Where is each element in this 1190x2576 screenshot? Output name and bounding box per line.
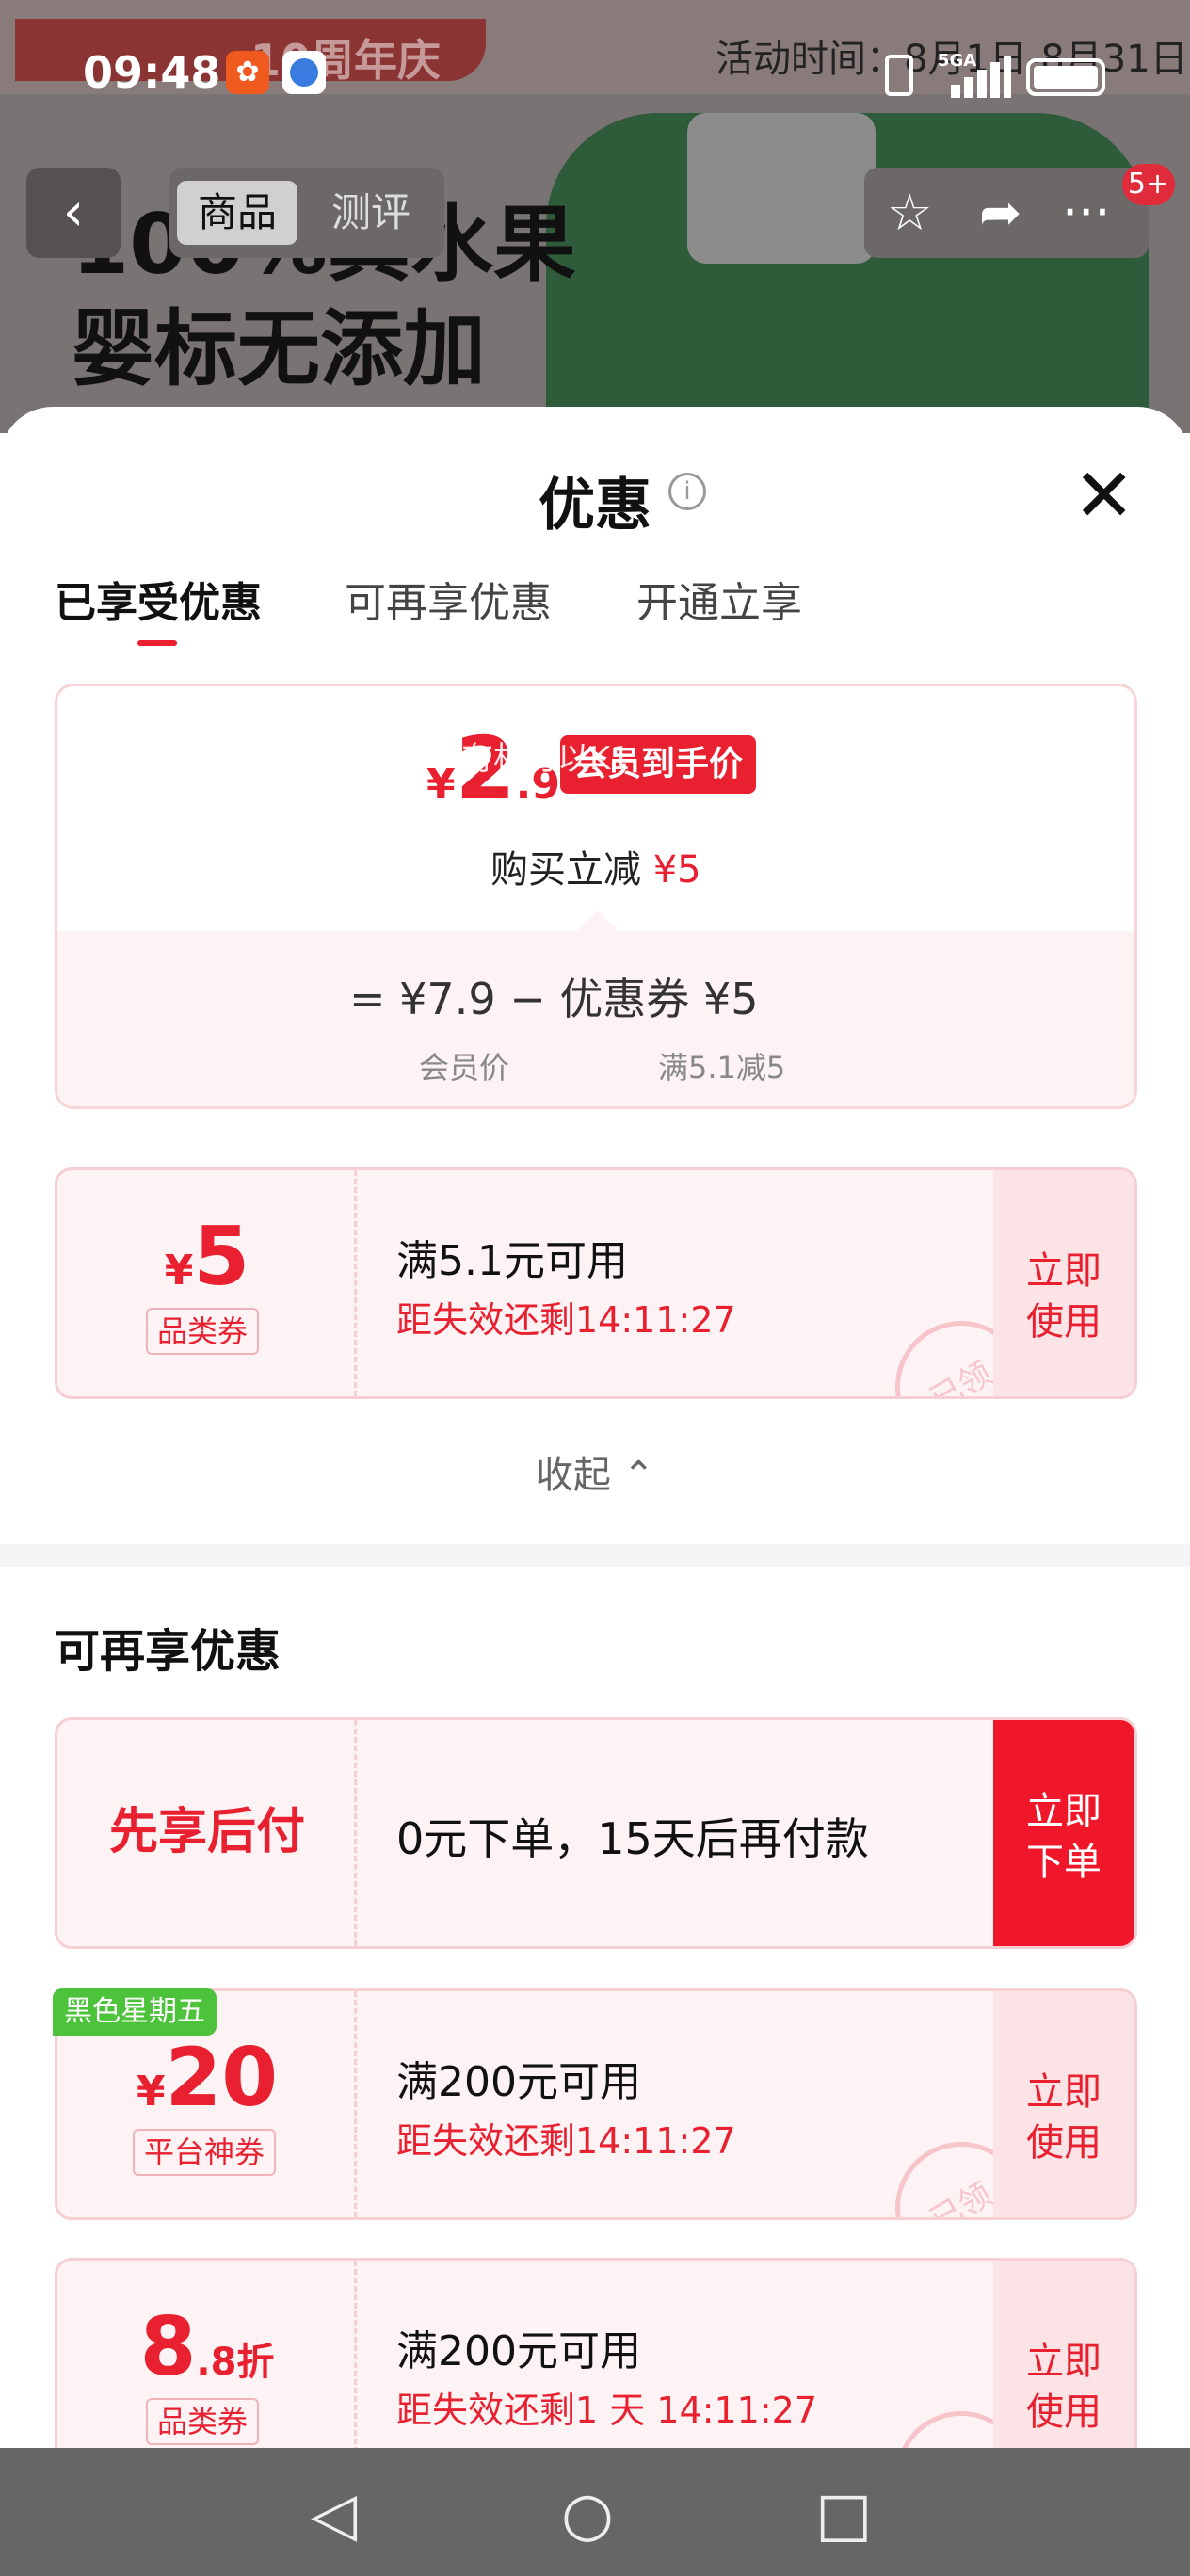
coupon-expire: 距失效还剩1 天 14:11:27 bbox=[396, 2390, 818, 2431]
nav-home-icon[interactable]: ○ bbox=[561, 2480, 614, 2550]
nav-actions: ☆ ➦ ··· bbox=[864, 168, 1149, 258]
coupon-value: 5 bbox=[193, 1210, 250, 1304]
discount-sheet: 优惠 i ✕ 已享受优惠 可再享优惠 开通立享 ¥2.9 会员到手价 购买立减 … bbox=[0, 407, 1190, 2576]
product-cap bbox=[687, 113, 876, 264]
status-bar: 09:48 ✿ 5GA bbox=[0, 38, 1190, 113]
summary-breakdown: = ¥7.9 − 优惠券 ¥5 会员价 满5.1减5 bbox=[57, 931, 1134, 1106]
coupon-amount: ¥5 bbox=[57, 1210, 357, 1304]
coupon-type: 品类券 bbox=[146, 1308, 260, 1355]
battery-icon bbox=[1026, 58, 1105, 96]
coupon-condition-label: 满5.1减5 bbox=[658, 1050, 786, 1086]
back-icon: ‹ bbox=[62, 182, 85, 243]
paylater-card: 先享后付 0元下单，15天后再付款 立即下单 bbox=[55, 1717, 1137, 1949]
browser-notification-icon bbox=[282, 51, 326, 94]
sheet-title: 优惠 bbox=[539, 473, 651, 539]
platform-coupon-card: ¥20 平台神券 满200元可用 距失效还剩14:11:27 已领 立即使用 bbox=[55, 1988, 1137, 2220]
coupon-suffix: .8折 bbox=[196, 2341, 275, 2384]
nav-recent-icon[interactable]: □ bbox=[815, 2480, 872, 2550]
applied-coupon-card: ¥5 品类券 满5.1元可用 距失效还剩14:11:27 已领 立即使用 bbox=[55, 1167, 1137, 1399]
coupon-value: 20 bbox=[165, 2031, 279, 2125]
page: 10周年庆 活动时间：8月1日-8月31日 100%真水果 婴标无添加 09:4… bbox=[0, 0, 1190, 2576]
order-now-button[interactable]: 立即下单 bbox=[993, 1720, 1134, 1946]
collapse-label: 收起 ⌃ bbox=[535, 1454, 655, 1497]
coupon-expire: 距失效还剩14:11:27 bbox=[396, 1299, 736, 1341]
paylater-desc: 0元下单，15天后再付款 bbox=[396, 1813, 869, 1864]
more-icon[interactable]: ··· bbox=[1062, 183, 1111, 242]
info-icon[interactable]: i bbox=[668, 473, 706, 510]
coupon-condition: 满5.1元可用 bbox=[396, 1237, 628, 1285]
tab-activate[interactable]: 开通立享 bbox=[636, 569, 802, 629]
member-price-label: 会员价 bbox=[419, 1050, 510, 1086]
overlay-text: 有机可以K1 bbox=[461, 740, 631, 778]
tab-enjoyed[interactable]: 已享受优惠 bbox=[55, 569, 262, 629]
back-button[interactable]: ‹ bbox=[26, 168, 121, 258]
star-icon[interactable]: ☆ bbox=[887, 183, 932, 242]
share-icon[interactable]: ➦ bbox=[979, 183, 1021, 242]
system-nav-bar: ◁ ○ □ bbox=[0, 2448, 1190, 2576]
coupon-currency: ¥ bbox=[136, 2068, 166, 2116]
tab-indicator bbox=[137, 640, 177, 646]
signal-icon bbox=[951, 56, 1011, 98]
coupon-expire: 距失效还剩14:11:27 bbox=[396, 2120, 736, 2162]
instant-reduce: 购买立减 ¥5 bbox=[490, 839, 701, 894]
tab-review[interactable]: 测评 bbox=[311, 181, 431, 245]
summary-notch bbox=[577, 910, 619, 931]
app-notification-icon: ✿ bbox=[226, 51, 269, 94]
use-now-button[interactable]: 立即使用 bbox=[993, 1170, 1134, 1396]
paylater-title: 先享后付 bbox=[108, 1804, 305, 1860]
tab-product[interactable]: 商品 bbox=[177, 181, 298, 245]
reduce-value: ¥5 bbox=[652, 848, 701, 892]
coupon-type: 平台神券 bbox=[133, 2129, 277, 2176]
price-equation: = ¥7.9 − 优惠券 ¥5 bbox=[349, 974, 759, 1024]
coupon-value: 8 bbox=[139, 2300, 197, 2394]
price-currency: ¥ bbox=[426, 761, 456, 809]
collapse-button[interactable]: 收起 ⌃ bbox=[0, 1444, 1190, 1499]
coupon-condition: 满200元可用 bbox=[396, 2327, 641, 2375]
status-time: 09:48 bbox=[83, 47, 221, 98]
coupon-condition: 满200元可用 bbox=[396, 2058, 641, 2106]
tab-more[interactable]: 可再享优惠 bbox=[345, 569, 552, 629]
summary-top: ¥2.9 会员到手价 购买立减 ¥5 bbox=[57, 686, 1134, 931]
coupon-amount: ¥20 bbox=[57, 2031, 357, 2125]
coupon-currency: ¥ bbox=[164, 1247, 194, 1295]
product-headline-2: 婴标无添加 bbox=[72, 300, 487, 397]
coupon-amount: 8.8折 bbox=[57, 2300, 357, 2394]
coupon-left: ¥5 品类券 bbox=[57, 1170, 357, 1396]
black-friday-tag: 黑色星期五 bbox=[53, 1988, 217, 2036]
product-tabs: 商品 测评 bbox=[169, 168, 444, 258]
close-icon[interactable]: ✕ bbox=[1073, 459, 1134, 533]
section-divider bbox=[0, 1544, 1190, 1567]
coupon-type: 品类券 bbox=[146, 2398, 260, 2445]
section-title: 可再享优惠 bbox=[55, 1625, 281, 1678]
vibrate-icon bbox=[885, 55, 913, 96]
paylater-left: 先享后付 bbox=[57, 1720, 357, 1946]
message-badge: 5+ bbox=[1122, 164, 1175, 205]
reduce-label: 购买立减 bbox=[490, 848, 641, 892]
nav-back-icon[interactable]: ◁ bbox=[311, 2480, 357, 2550]
use-now-button[interactable]: 立即使用 bbox=[993, 1991, 1134, 2217]
